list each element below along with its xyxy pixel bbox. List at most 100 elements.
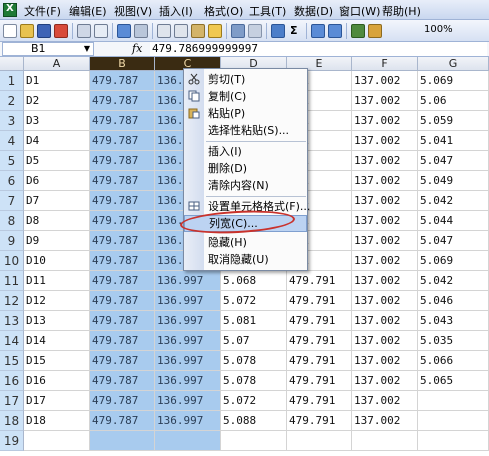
grid-cell[interactable] <box>24 431 90 451</box>
menu-item-clear-contents[interactable]: 清除内容(N) <box>184 177 307 194</box>
menu-item-paste[interactable]: 粘贴(P) <box>184 105 307 122</box>
grid-cell[interactable]: 5.068 <box>221 271 287 291</box>
grid-cell[interactable]: D1 <box>24 71 90 91</box>
grid-cell[interactable]: 479.787 <box>90 171 155 191</box>
row-header[interactable]: 19 <box>0 431 24 451</box>
undo-icon[interactable] <box>231 24 245 38</box>
redo-icon[interactable] <box>248 24 262 38</box>
grid-cell[interactable]: 479.787 <box>90 71 155 91</box>
grid-cell[interactable]: D17 <box>24 391 90 411</box>
grid-cell[interactable]: D3 <box>24 111 90 131</box>
grid-cell[interactable]: 479.787 <box>90 91 155 111</box>
grid-cell[interactable]: 479.787 <box>90 191 155 211</box>
new-icon[interactable] <box>3 24 17 38</box>
grid-cell[interactable] <box>352 431 418 451</box>
menu-item-copy[interactable]: 复制(C) <box>184 88 307 105</box>
grid-cell[interactable]: 137.002 <box>352 351 418 371</box>
grid-cell[interactable]: D9 <box>24 231 90 251</box>
grid-cell[interactable]: 136.997 <box>155 371 221 391</box>
grid-cell[interactable]: 137.002 <box>352 171 418 191</box>
sort-ascending-icon[interactable] <box>311 24 325 38</box>
row-header[interactable]: 2 <box>0 91 24 111</box>
menu-item-hide[interactable]: 隐藏(H) <box>184 234 307 251</box>
menu-file[interactable]: 文件(F) <box>24 3 61 19</box>
grid-cell[interactable]: 136.997 <box>155 391 221 411</box>
row-header[interactable]: 7 <box>0 191 24 211</box>
menu-window[interactable]: 窗口(W) <box>339 3 380 19</box>
row-header[interactable]: 9 <box>0 231 24 251</box>
grid-cell[interactable]: 5.081 <box>221 311 287 331</box>
insert-function-icon[interactable]: fx <box>132 42 142 55</box>
grid-cell[interactable]: 137.002 <box>352 331 418 351</box>
row-header[interactable]: 8 <box>0 211 24 231</box>
save-icon[interactable] <box>37 24 51 38</box>
grid-cell[interactable]: 5.078 <box>221 371 287 391</box>
grid-cell[interactable]: D11 <box>24 271 90 291</box>
grid-cell[interactable]: 5.066 <box>418 351 489 371</box>
grid-cell[interactable]: 137.002 <box>352 91 418 111</box>
menu-help[interactable]: 帮助(H) <box>382 3 421 19</box>
menu-item-cut[interactable]: 剪切(T) <box>184 71 307 88</box>
spelling-icon[interactable] <box>117 24 131 38</box>
chart-wizard-icon[interactable] <box>351 24 365 38</box>
grid-cell[interactable]: 479.791 <box>287 271 352 291</box>
grid-cell[interactable]: 5.042 <box>418 271 489 291</box>
chevron-down-icon[interactable]: ▼ <box>84 43 90 55</box>
grid-cell[interactable]: 136.997 <box>155 311 221 331</box>
grid-cell[interactable]: D12 <box>24 291 90 311</box>
grid-cell[interactable]: 479.787 <box>90 331 155 351</box>
row-header[interactable]: 16 <box>0 371 24 391</box>
formula-input[interactable]: 479.786999999997 <box>150 42 487 56</box>
grid-cell[interactable]: 137.002 <box>352 211 418 231</box>
grid-cell[interactable]: 479.787 <box>90 231 155 251</box>
grid-cell[interactable]: 479.787 <box>90 311 155 331</box>
grid-cell[interactable]: 479.787 <box>90 371 155 391</box>
grid-cell[interactable]: D18 <box>24 411 90 431</box>
row-header[interactable]: 11 <box>0 271 24 291</box>
grid-cell[interactable] <box>287 431 352 451</box>
grid-cell[interactable]: 479.787 <box>90 351 155 371</box>
grid-cell[interactable] <box>418 411 489 431</box>
grid-cell[interactable]: 137.002 <box>352 311 418 331</box>
cut-icon[interactable] <box>157 24 171 38</box>
row-header[interactable]: 13 <box>0 311 24 331</box>
grid-cell[interactable]: 479.791 <box>287 371 352 391</box>
grid-cell[interactable]: 5.069 <box>418 71 489 91</box>
grid-cell[interactable]: D13 <box>24 311 90 331</box>
grid-cell[interactable]: 5.072 <box>221 391 287 411</box>
grid-cell[interactable]: 137.002 <box>352 191 418 211</box>
sort-descending-icon[interactable] <box>328 24 342 38</box>
grid-cell[interactable]: D14 <box>24 331 90 351</box>
grid-cell[interactable]: 136.997 <box>155 291 221 311</box>
grid-cell[interactable]: 479.791 <box>287 351 352 371</box>
grid-cell[interactable]: 479.791 <box>287 331 352 351</box>
grid-cell[interactable]: 137.002 <box>352 391 418 411</box>
grid-cell[interactable]: 136.997 <box>155 351 221 371</box>
grid-cell[interactable]: 137.002 <box>352 291 418 311</box>
grid-cell[interactable]: 5.043 <box>418 311 489 331</box>
row-header[interactable]: 10 <box>0 251 24 271</box>
grid-cell[interactable]: 479.787 <box>90 391 155 411</box>
row-header[interactable]: 18 <box>0 411 24 431</box>
open-icon[interactable] <box>20 24 34 38</box>
grid-cell[interactable]: 5.049 <box>418 171 489 191</box>
grid-cell[interactable]: 137.002 <box>352 131 418 151</box>
grid-cell[interactable]: 5.072 <box>221 291 287 311</box>
grid-cell[interactable]: 479.787 <box>90 211 155 231</box>
grid-cell[interactable]: 479.791 <box>287 291 352 311</box>
grid-cell[interactable]: 479.787 <box>90 291 155 311</box>
grid-cell[interactable]: 137.002 <box>352 371 418 391</box>
grid-cell[interactable]: 479.787 <box>90 411 155 431</box>
grid-cell[interactable]: 479.791 <box>287 311 352 331</box>
zoom-box[interactable]: 100% <box>424 24 453 35</box>
row-header[interactable]: 1 <box>0 71 24 91</box>
menu-data[interactable]: 数据(D) <box>294 3 333 19</box>
grid-cell[interactable]: D10 <box>24 251 90 271</box>
grid-cell[interactable]: 137.002 <box>352 111 418 131</box>
drawing-icon[interactable] <box>368 24 382 38</box>
grid-cell[interactable]: 5.07 <box>221 331 287 351</box>
grid-cell[interactable]: 5.078 <box>221 351 287 371</box>
menu-tools[interactable]: 工具(T) <box>249 3 286 19</box>
grid-cell[interactable]: 479.787 <box>90 151 155 171</box>
grid-cell[interactable]: D16 <box>24 371 90 391</box>
